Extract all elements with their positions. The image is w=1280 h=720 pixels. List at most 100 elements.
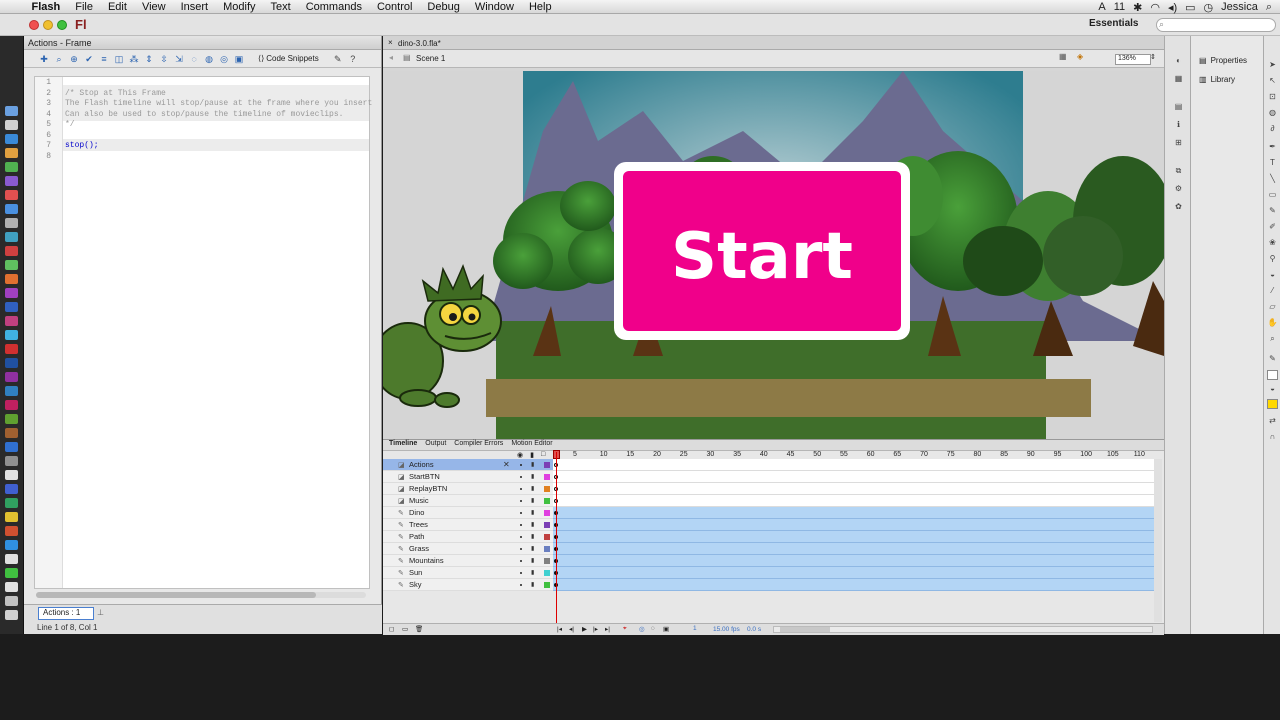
layer-lock-icon[interactable]: ▮ <box>531 569 534 576</box>
layer-outline-color[interactable] <box>544 582 550 588</box>
dock-app-icon[interactable] <box>5 596 18 606</box>
collapse-selection-icon[interactable]: ⇳ <box>158 53 170 65</box>
frame-row[interactable] <box>553 519 1154 531</box>
layer-row[interactable]: ✎ Path ▮ <box>383 531 553 543</box>
uncomment-icon[interactable]: ◎ <box>218 53 230 65</box>
frame-row[interactable] <box>553 459 1154 471</box>
layer-outline-color[interactable] <box>544 498 550 504</box>
dock-app-icon[interactable] <box>5 540 18 550</box>
frame-row[interactable] <box>553 507 1154 519</box>
close-window-button[interactable] <box>29 20 39 30</box>
stroke-color-swatch[interactable] <box>1267 370 1278 380</box>
dock-app-icon[interactable] <box>5 134 18 144</box>
layer-visibility-toggle[interactable] <box>520 572 522 574</box>
hand-tool-icon[interactable]: ✋ <box>1267 318 1278 328</box>
menu-file[interactable]: File <box>68 1 101 13</box>
layer-row[interactable]: ◪ StartBTN ▮ <box>383 471 553 483</box>
motion-presets-icon[interactable]: ⚙ <box>1173 184 1184 194</box>
bluetooth-icon[interactable]: ✱ <box>1133 1 1142 14</box>
frame-row[interactable] <box>553 471 1154 483</box>
dock-app-icon[interactable] <box>5 190 18 200</box>
auto-format-icon[interactable]: ≡ <box>98 53 110 65</box>
tab-output[interactable]: Output <box>425 440 446 450</box>
go-to-last-frame-icon[interactable]: ▸| <box>605 625 610 633</box>
layer-outline-color[interactable] <box>544 546 550 552</box>
layer-outline-color[interactable] <box>544 558 550 564</box>
fill-color-swatch[interactable] <box>1267 399 1278 409</box>
zoom-window-button[interactable] <box>57 20 67 30</box>
show-hide-all-icon[interactable]: ◉ <box>517 451 523 459</box>
3d-rotation-tool-icon[interactable]: ◍ <box>1267 108 1278 118</box>
frame-row[interactable] <box>553 543 1154 555</box>
menu-text[interactable]: Text <box>263 1 298 13</box>
layer-lock-icon[interactable]: ▮ <box>531 509 534 516</box>
comment-line-icon[interactable]: ◍ <box>203 53 215 65</box>
debug-icon[interactable]: ⁂ <box>128 53 140 65</box>
dock-app-icon[interactable] <box>5 498 18 508</box>
layer-row[interactable]: ◪ Actions ✕ ▮ <box>383 459 553 471</box>
new-folder-icon[interactable]: ▭ <box>402 625 408 633</box>
zoom-select[interactable]: 136% <box>1115 54 1151 65</box>
menu-window[interactable]: Window <box>467 1 521 13</box>
dock-app-icon[interactable] <box>5 260 18 270</box>
dock-app-icon[interactable] <box>5 344 18 354</box>
menu-control[interactable]: Control <box>369 1 419 13</box>
app-menu[interactable]: Flash <box>24 1 68 13</box>
zoom-dropdown-icon[interactable]: ⇕ <box>1150 53 1156 61</box>
actions-frame-tab[interactable]: Actions : 1 <box>38 607 94 620</box>
help-icon[interactable]: ? <box>347 53 359 65</box>
dock-app-icon[interactable] <box>5 372 18 382</box>
frame-row[interactable] <box>553 567 1154 579</box>
frame-row[interactable] <box>553 483 1154 495</box>
brush-tool-icon[interactable]: ✐ <box>1267 222 1278 232</box>
frame-row[interactable] <box>553 579 1154 591</box>
dock-app-icon[interactable] <box>5 316 18 326</box>
code-snippets-panel-icon[interactable]: ✿ <box>1173 202 1184 212</box>
lock-all-icon[interactable]: ▮ <box>530 451 534 459</box>
lasso-tool-icon[interactable]: ∂ <box>1267 124 1278 134</box>
frame-grid[interactable] <box>553 459 1154 591</box>
tab-compiler-errors[interactable]: Compiler Errors <box>454 440 503 450</box>
dock-app-icon[interactable] <box>5 428 18 438</box>
layer-outline-color[interactable] <box>544 486 550 492</box>
deco-tool-icon[interactable]: ❀ <box>1267 238 1278 248</box>
dock-app-icon[interactable] <box>5 400 18 410</box>
components-icon[interactable]: ⧉ <box>1173 166 1184 176</box>
edit-multiple-frames-icon[interactable]: ▣ <box>663 625 669 633</box>
pin-icon[interactable]: ⊥ <box>97 608 104 617</box>
script-assist-icon[interactable]: ✎ <box>332 53 344 65</box>
dock-app-icon[interactable] <box>5 442 18 452</box>
layer-lock-icon[interactable]: ▮ <box>531 557 534 564</box>
dock-app-icon[interactable] <box>5 568 18 578</box>
layer-visibility-toggle[interactable] <box>520 488 522 490</box>
layer-visibility-toggle[interactable] <box>520 500 522 502</box>
swatches-icon[interactable]: ▦ <box>1173 74 1184 84</box>
dock-app-icon[interactable] <box>5 358 18 368</box>
layer-row[interactable]: ✎ Grass ▮ <box>383 543 553 555</box>
tab-motion-editor[interactable]: Motion Editor <box>511 440 552 450</box>
swap-colors-icon[interactable]: ⇄ <box>1267 416 1278 426</box>
volume-icon[interactable]: ◂) <box>1168 1 1177 14</box>
layer-row[interactable]: ✎ Sun ▮ <box>383 567 553 579</box>
layer-visibility-toggle[interactable] <box>520 476 522 478</box>
free-transform-tool-icon[interactable]: ⊡ <box>1267 92 1278 102</box>
stroke-color-icon[interactable]: ✎ <box>1267 354 1278 364</box>
layer-visibility-toggle[interactable] <box>520 464 522 466</box>
layer-lock-icon[interactable]: ▮ <box>531 473 534 480</box>
dock-app-icon[interactable] <box>5 176 18 186</box>
onion-outline-icon[interactable]: ◌ <box>651 625 655 632</box>
layer-row[interactable]: ◪ ReplayBTN ▮ <box>383 483 553 495</box>
layer-visibility-toggle[interactable] <box>520 584 522 586</box>
line-tool-icon[interactable]: ╲ <box>1267 174 1278 184</box>
code-editor[interactable]: 1 2 3 4 5 6 7 8 /* Stop at This Frame Th… <box>34 76 372 589</box>
back-arrow-icon[interactable]: ◂ <box>389 53 393 62</box>
layer-lock-icon[interactable]: ▮ <box>531 485 534 492</box>
layer-lock-icon[interactable]: ▮ <box>531 461 534 468</box>
layer-row[interactable]: ✎ Dino ▮ <box>383 507 553 519</box>
outline-all-icon[interactable]: □ <box>541 451 545 459</box>
dock-app-icon[interactable] <box>5 456 18 466</box>
layer-visibility-toggle[interactable] <box>520 536 522 538</box>
text-tool-icon[interactable]: T <box>1267 158 1278 168</box>
frame-row[interactable] <box>553 555 1154 567</box>
document-tab[interactable]: dino-3.0.fla* <box>398 39 441 48</box>
